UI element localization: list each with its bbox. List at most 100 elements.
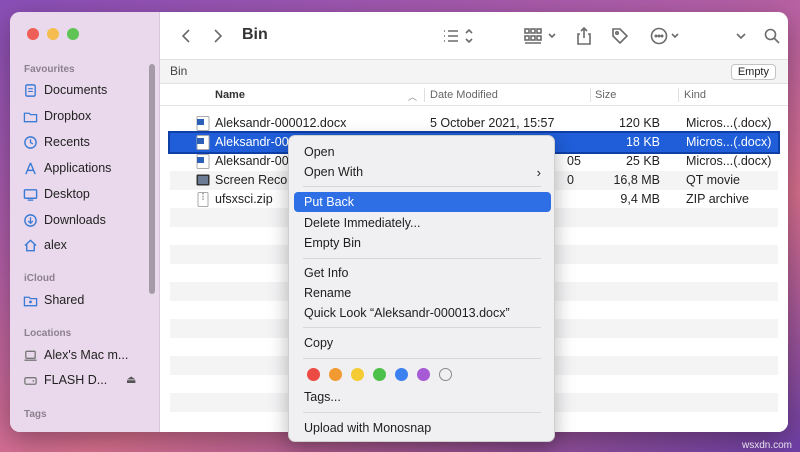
sidebar-item-label: Applications xyxy=(44,161,112,175)
view-list-button[interactable] xyxy=(441,24,477,48)
sidebar-item-label: Dropbox xyxy=(44,109,92,123)
tag-icon xyxy=(612,28,629,45)
tag-yellow-dot[interactable] xyxy=(351,368,364,381)
sidebar-item-desktop[interactable]: Desktop xyxy=(22,183,152,205)
context-menu: Open Open With › Put Back Delete Immedia… xyxy=(288,135,555,442)
file-name: ufsxsci.zip xyxy=(215,192,273,206)
menu-item-label: Rename xyxy=(304,286,352,300)
tag-orange-dot[interactable] xyxy=(329,368,342,381)
sidebar-item-label: Shared xyxy=(44,293,85,307)
column-divider xyxy=(424,88,425,102)
sidebar-item-applications[interactable]: Applications xyxy=(22,157,152,179)
menu-item-get-info[interactable]: Get Info xyxy=(294,263,551,283)
share-icon xyxy=(577,26,591,45)
sidebar-item-flash-drive[interactable]: FLASH D... ⏏ xyxy=(22,369,152,391)
file-name: Aleksandr-000012.docx xyxy=(215,116,347,130)
eject-icon[interactable]: ⏏ xyxy=(126,373,136,386)
word-document-icon xyxy=(196,135,210,150)
sidebar-item-label: Documents xyxy=(44,83,108,97)
sidebar-item-documents[interactable]: Documents xyxy=(22,79,152,101)
sidebar-section-locations: Locations xyxy=(24,328,72,339)
file-kind: Micros...(.docx) xyxy=(686,154,772,168)
sidebar-item-label: Desktop xyxy=(44,187,90,201)
download-icon xyxy=(22,212,38,228)
file-kind: QT movie xyxy=(686,173,740,187)
column-headers: Name ︿ Date Modified Size Kind xyxy=(160,84,788,106)
menu-item-label: Quick Look “Aleksandr-000013.docx” xyxy=(304,306,510,320)
column-date-modified[interactable]: Date Modified xyxy=(430,89,498,101)
group-button[interactable] xyxy=(522,24,562,48)
table-row[interactable]: Aleksandr-000012.docx 5 October 2021, 15… xyxy=(170,114,778,133)
sidebar: Favourites Documents Dropbox Recents App… xyxy=(10,12,160,432)
chevron-right-icon: › xyxy=(536,165,541,180)
grid-icon xyxy=(524,28,556,44)
sidebar-item-downloads[interactable]: Downloads xyxy=(22,209,152,231)
column-kind[interactable]: Kind xyxy=(684,89,706,101)
more-actions-button[interactable] xyxy=(648,24,684,48)
menu-item-rename[interactable]: Rename xyxy=(294,283,551,303)
tag-green-dot[interactable] xyxy=(373,368,386,381)
sidebar-section-icloud: iCloud xyxy=(24,273,56,284)
menu-item-label: Open With xyxy=(304,165,364,179)
menu-item-delete-immediately[interactable]: Delete Immediately... xyxy=(294,213,551,233)
list-view-icon xyxy=(444,28,473,44)
chevron-down-icon xyxy=(736,33,746,40)
minimize-button[interactable] xyxy=(47,28,59,40)
menu-item-label: Tags... xyxy=(304,390,341,404)
sidebar-item-label: FLASH D... xyxy=(44,373,108,387)
sidebar-item-label: Alex's Mac m... xyxy=(44,348,129,362)
column-name[interactable]: Name xyxy=(215,89,245,101)
menu-separator xyxy=(303,327,541,328)
sidebar-item-label: Downloads xyxy=(44,213,106,227)
tag-red-dot[interactable] xyxy=(307,368,320,381)
sidebar-scrollbar[interactable] xyxy=(149,64,155,294)
file-size: 18 KB xyxy=(625,135,660,149)
menu-item-label: Empty Bin xyxy=(304,236,361,250)
zoom-button[interactable] xyxy=(67,28,79,40)
sidebar-item-alex[interactable]: alex xyxy=(22,234,152,256)
file-size: 16,8 MB xyxy=(613,173,660,187)
tag-purple-dot[interactable] xyxy=(417,368,430,381)
share-button[interactable] xyxy=(574,24,594,48)
menu-item-copy[interactable]: Copy xyxy=(294,333,551,353)
window-title: Bin xyxy=(242,26,268,43)
sidebar-section-favourites: Favourites xyxy=(24,64,75,75)
sidebar-item-shared[interactable]: Shared xyxy=(22,289,152,311)
sidebar-item-dropbox[interactable]: Dropbox xyxy=(22,105,152,127)
toolbar-overflow-button[interactable] xyxy=(734,24,748,48)
document-icon xyxy=(22,82,38,98)
ellipsis-circle-icon xyxy=(650,27,679,45)
menu-item-open[interactable]: Open xyxy=(294,142,551,162)
tag-button[interactable] xyxy=(608,24,632,48)
sidebar-item-mac[interactable]: Alex's Mac m... xyxy=(22,344,152,366)
chevron-left-icon xyxy=(181,29,190,43)
file-kind: ZIP archive xyxy=(686,192,749,206)
tag-blue-dot[interactable] xyxy=(395,368,408,381)
file-kind: Micros...(.docx) xyxy=(686,135,772,149)
column-size[interactable]: Size xyxy=(595,89,616,101)
menu-item-quick-look[interactable]: Quick Look “Aleksandr-000013.docx” xyxy=(294,303,551,323)
menu-item-label: Delete Immediately... xyxy=(304,216,421,230)
close-button[interactable] xyxy=(27,28,39,40)
menu-item-empty-bin[interactable]: Empty Bin xyxy=(294,233,551,253)
applications-icon xyxy=(22,160,38,176)
menu-item-upload-monosnap[interactable]: Upload with Monosnap xyxy=(294,418,551,438)
sidebar-item-label: Recents xyxy=(44,135,90,149)
home-icon xyxy=(22,237,38,253)
sidebar-item-recents[interactable]: Recents xyxy=(22,131,152,153)
forward-button[interactable] xyxy=(208,24,228,48)
search-icon xyxy=(764,28,780,44)
menu-item-label: Upload with Monosnap xyxy=(304,421,432,435)
menu-item-put-back[interactable]: Put Back xyxy=(294,192,551,212)
menu-item-open-with[interactable]: Open With › xyxy=(294,162,551,182)
back-button[interactable] xyxy=(176,24,196,48)
file-size: 120 KB xyxy=(618,116,660,130)
empty-bin-button[interactable]: Empty xyxy=(730,64,776,80)
menu-item-tags[interactable]: Tags... xyxy=(294,387,551,407)
search-button[interactable] xyxy=(762,24,782,48)
sidebar-section-tags: Tags xyxy=(24,409,47,420)
tag-none-dot[interactable] xyxy=(439,368,452,381)
location-label: Bin xyxy=(170,64,188,78)
menu-separator xyxy=(303,258,541,259)
word-document-icon xyxy=(196,116,210,131)
